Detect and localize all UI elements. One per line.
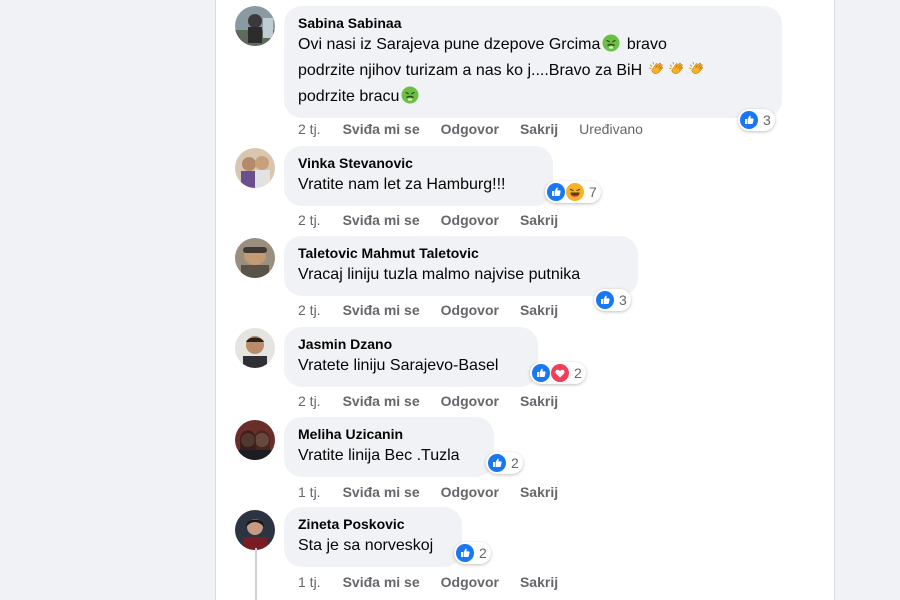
hide-button[interactable]: Sakrij bbox=[520, 211, 558, 229]
avatar[interactable] bbox=[235, 328, 275, 368]
comment-actions: 1 tj. Sviđa mi se Odgovor Sakrij bbox=[298, 573, 579, 591]
comment-text-line: podrzite njihov turizam a nas ko j....Br… bbox=[298, 62, 647, 79]
edited-label[interactable]: Uređivano bbox=[579, 120, 643, 138]
nauseated-face-emoji-icon bbox=[602, 34, 620, 52]
reply-button[interactable]: Odgovor bbox=[441, 211, 499, 229]
comment-author[interactable]: Zineta Poskovic bbox=[298, 515, 448, 533]
clapping-hands-emoji-icon bbox=[668, 60, 686, 78]
reactions-summary[interactable]: 7 bbox=[545, 181, 601, 203]
hide-button[interactable]: Sakrij bbox=[520, 573, 558, 591]
reply-button[interactable]: Odgovor bbox=[441, 483, 499, 501]
avatar[interactable] bbox=[235, 420, 275, 460]
comment-bubble: Sabina Sabinaa Ovi nasi iz Sarajeva pune… bbox=[284, 6, 782, 118]
like-button[interactable]: Sviđa mi se bbox=[343, 211, 420, 229]
comment-text: Vratite linija Bec .Tuzla bbox=[298, 447, 460, 464]
reactions-summary[interactable]: 3 bbox=[594, 289, 631, 311]
like-button[interactable]: Sviđa mi se bbox=[343, 392, 420, 410]
reply-button[interactable]: Odgovor bbox=[441, 301, 499, 319]
comment-text-line: podrzite bracu bbox=[298, 88, 400, 105]
comment-author[interactable]: Vinka Stevanovic bbox=[298, 154, 539, 172]
comment-text: Vratete liniju Sarajevo-Basel bbox=[298, 357, 499, 374]
avatar-zineta-image bbox=[235, 510, 275, 550]
comment-text: Vratite nam let za Hamburg!!! bbox=[298, 176, 506, 193]
comment-bubble: Vinka Stevanovic Vratite nam let za Hamb… bbox=[284, 146, 553, 206]
reply-thread-line bbox=[255, 548, 257, 600]
avatar-taletovic-image bbox=[235, 238, 275, 278]
like-reaction-icon bbox=[456, 544, 474, 562]
comment-actions: 1 tj. Sviđa mi se Odgovor Sakrij bbox=[298, 483, 579, 501]
reply-button[interactable]: Odgovor bbox=[441, 573, 499, 591]
love-reaction-icon bbox=[551, 364, 569, 382]
like-reaction-icon bbox=[740, 111, 758, 129]
comment-text: Ovi nasi iz Sarajeva pune dzepove Grcima… bbox=[298, 32, 768, 110]
avatar-vinka-image bbox=[235, 148, 275, 188]
like-reaction-icon bbox=[547, 183, 565, 201]
comment-author[interactable]: Sabina Sabinaa bbox=[298, 14, 768, 32]
avatar-sabina-image bbox=[235, 6, 275, 46]
hide-button[interactable]: Sakrij bbox=[520, 301, 558, 319]
nauseated-face-emoji-icon bbox=[401, 86, 419, 104]
reaction-count: 2 bbox=[511, 455, 519, 471]
like-button[interactable]: Sviđa mi se bbox=[343, 120, 420, 138]
hide-button[interactable]: Sakrij bbox=[520, 483, 558, 501]
comment-time[interactable]: 2 tj. bbox=[298, 211, 321, 229]
right-background bbox=[834, 0, 900, 600]
avatar-jasmin-image bbox=[235, 328, 275, 368]
comment-text-line: bravo bbox=[622, 36, 667, 53]
reactions-summary[interactable]: 2 bbox=[486, 452, 523, 474]
hide-button[interactable]: Sakrij bbox=[520, 120, 558, 138]
hide-button[interactable]: Sakrij bbox=[520, 392, 558, 410]
comment-time[interactable]: 2 tj. bbox=[298, 301, 321, 319]
avatar[interactable] bbox=[235, 510, 275, 550]
comment-time[interactable]: 2 tj. bbox=[298, 120, 321, 138]
haha-reaction-icon bbox=[566, 183, 584, 201]
comment-actions: 2 tj. Sviđa mi se Odgovor Sakrij bbox=[298, 392, 579, 410]
reaction-count: 2 bbox=[479, 545, 487, 561]
comment-author[interactable]: Taletovic Mahmut Taletovic bbox=[298, 244, 624, 262]
reaction-count: 7 bbox=[589, 184, 597, 200]
reactions-summary[interactable]: 2 bbox=[530, 362, 586, 384]
comment-text: Sta je sa norveskoj bbox=[298, 537, 434, 554]
avatar[interactable] bbox=[235, 148, 275, 188]
reactions-summary[interactable]: 2 bbox=[454, 542, 491, 564]
like-reaction-icon bbox=[488, 454, 506, 472]
avatar[interactable] bbox=[235, 238, 275, 278]
reaction-count: 3 bbox=[763, 112, 771, 128]
reactions-summary[interactable]: 3 bbox=[738, 109, 775, 131]
like-button[interactable]: Sviđa mi se bbox=[343, 573, 420, 591]
comment-bubble: Zineta Poskovic Sta je sa norveskoj bbox=[284, 507, 462, 567]
avatar[interactable] bbox=[235, 6, 275, 46]
clapping-hands-emoji-icon bbox=[688, 60, 706, 78]
comment-text: Vracaj liniju tuzla malmo najvise putnik… bbox=[298, 266, 581, 283]
reply-button[interactable]: Odgovor bbox=[441, 120, 499, 138]
comment-actions: 2 tj. Sviđa mi se Odgovor Sakrij bbox=[298, 301, 579, 319]
comment-time[interactable]: 1 tj. bbox=[298, 483, 321, 501]
reply-button[interactable]: Odgovor bbox=[441, 392, 499, 410]
avatar-meliha-image bbox=[235, 420, 275, 460]
comment-time[interactable]: 1 tj. bbox=[298, 573, 321, 591]
comment-time[interactable]: 2 tj. bbox=[298, 392, 321, 410]
comment-actions: 2 tj. Sviđa mi se Odgovor Sakrij Uređiva… bbox=[298, 120, 643, 138]
comment-author[interactable]: Jasmin Dzano bbox=[298, 335, 524, 353]
comment-bubble: Meliha Uzicanin Vratite linija Bec .Tuzl… bbox=[284, 417, 494, 477]
like-button[interactable]: Sviđa mi se bbox=[343, 483, 420, 501]
like-button[interactable]: Sviđa mi se bbox=[343, 301, 420, 319]
like-reaction-icon bbox=[532, 364, 550, 382]
comment-text-line: Ovi nasi iz Sarajeva pune dzepove Grcima bbox=[298, 36, 601, 53]
like-reaction-icon bbox=[596, 291, 614, 309]
comment-author[interactable]: Meliha Uzicanin bbox=[298, 425, 480, 443]
left-background bbox=[0, 0, 216, 600]
comment-bubble: Taletovic Mahmut Taletovic Vracaj liniju… bbox=[284, 236, 638, 296]
comment-bubble: Jasmin Dzano Vratete liniju Sarajevo-Bas… bbox=[284, 327, 538, 387]
comment-actions: 2 tj. Sviđa mi se Odgovor Sakrij bbox=[298, 211, 579, 229]
reaction-count: 2 bbox=[574, 365, 582, 381]
clapping-hands-emoji-icon bbox=[648, 60, 666, 78]
reaction-count: 3 bbox=[619, 292, 627, 308]
